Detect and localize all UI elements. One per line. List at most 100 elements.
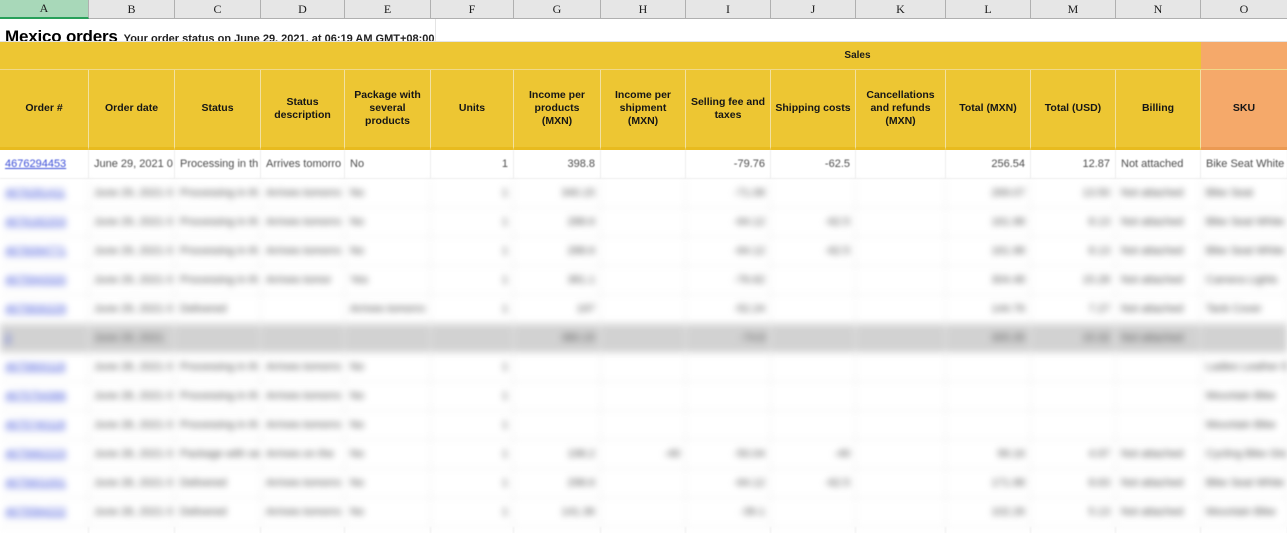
table-cell-d: Arrives tomorro [261,150,345,179]
table-row[interactable]: 4676294453June 29, 2021 0Processing in t… [0,150,1287,179]
order-number-link[interactable]: 4675584222 [0,498,89,527]
column-header-c[interactable]: Status [175,70,261,150]
column-letter-j[interactable]: J [771,0,856,19]
order-number-link[interactable]: 4675830229 [0,295,89,324]
table-cell-o: Ladies Leather Bag [1201,353,1287,382]
table-cell-h [601,208,686,237]
table-cell-d: Arrives tomorro [261,469,345,498]
table-row[interactable]: 2June 29, 2021380.15-74.8305.3515.32Not … [0,324,1287,353]
column-header-n[interactable]: Billing [1116,70,1201,150]
table-cell-c: Processing in th [175,208,261,237]
table-row[interactable]: 4675662223June 28, 2021 0Package with se… [0,440,1287,469]
table-cell-g: 298.6 [514,469,601,498]
table-cell-o: Mountain Bike [1201,498,1287,527]
column-letter-d[interactable]: D [261,0,345,19]
table-cell-c: Processing in th [175,411,261,440]
order-number-link[interactable]: 4675740118 [0,411,89,440]
column-letter-o[interactable]: O [1201,0,1287,19]
column-header-m[interactable]: Total (USD) [1031,70,1116,150]
table-cell-n: Not attached [1116,295,1201,324]
column-letter-f[interactable]: F [431,0,514,19]
table-cell-l: 256.54 [946,150,1031,179]
table-cell-e: No [345,411,431,440]
table-cell-j [771,382,856,411]
table-cell-l: 99.16 [946,440,1031,469]
order-number-link[interactable]: 4675800118 [0,353,89,382]
order-number-link[interactable]: 4675754366 [0,382,89,411]
column-letter-h[interactable]: H [601,0,686,19]
table-cell-m: 4.97 [1031,440,1116,469]
column-letter-g[interactable]: G [514,0,601,19]
column-header-g[interactable]: Income per products (MXN) [514,70,601,150]
table-cell-i: -64.12 [686,237,771,266]
table-row[interactable]: 4675943320June 29, 2021 0Processing in t… [0,266,1287,295]
order-number-link[interactable]: 4675943320 [0,266,89,295]
column-header-band[interactable]: Order #Order dateStatusStatus descriptio… [0,70,1287,150]
table-cell-i: -64.12 [686,469,771,498]
table-cell-g: 398.8 [514,150,601,179]
column-letter-bar[interactable]: ABCDEFGHIJKLMNO [0,0,1287,19]
order-number-link[interactable]: 2 [0,324,89,353]
table-cell-c: Delivered [175,469,261,498]
column-header-e[interactable]: Package with several products [345,70,431,150]
column-header-f[interactable]: Units [431,70,514,150]
table-cell-g: 141.36 [514,498,601,527]
column-header-i[interactable]: Selling fee and taxes [686,70,771,150]
column-header-d[interactable]: Status description [261,70,345,150]
table-cell-n: Not attached [1116,324,1201,353]
table-cell-o: Bike Seat White [1201,150,1287,179]
table-cell-b: June 29, 2021 0 [89,266,175,295]
order-number-link[interactable]: 4676182203 [0,208,89,237]
data-rows[interactable]: 4676294453June 29, 2021 0Processing in t… [0,150,1287,533]
table-cell-k [856,237,946,266]
order-number-link[interactable]: 4676294453 [0,150,89,179]
order-number-link[interactable]: 4675662223 [0,440,89,469]
table-cell-j [771,411,856,440]
order-number-link[interactable]: 4676094771 [0,237,89,266]
table-cell-d: Arrives tomorro [261,411,345,440]
column-header-b[interactable]: Order date [89,70,175,150]
table-row[interactable]: 4675601001June 28, 2021 0DeliveredArrive… [0,469,1287,498]
column-header-h[interactable]: Income per shipment (MXN) [601,70,686,150]
table-cell-f: 1 [431,382,514,411]
table-row[interactable]: 4675800118June 28, 2021 0Processing in t… [0,353,1287,382]
table-row[interactable]: 4675754366June 28, 2021 0Processing in t… [0,382,1287,411]
table-cell-f: 1 [431,179,514,208]
column-letter-b[interactable]: B [89,0,175,19]
table-cell-o: Bike Seat White [1201,469,1287,498]
table-row[interactable]: 4676005070June 28, 2021 0Processing in t… [0,527,1287,533]
column-letter-k[interactable]: K [856,0,946,19]
table-row[interactable]: 4676182203June 29, 2021 0Processing in t… [0,208,1287,237]
table-cell-e: No [345,179,431,208]
column-header-j[interactable]: Shipping costs [771,70,856,150]
table-cell-d [261,324,345,353]
table-cell-j [771,179,856,208]
column-letter-e[interactable]: E [345,0,431,19]
column-letter-i[interactable]: I [686,0,771,19]
table-row[interactable]: 4675830229June 29, 2021 0DeliveredArrive… [0,295,1287,324]
order-number-link[interactable]: 4676005070 [0,527,89,533]
table-cell-c: Processing in th [175,266,261,295]
column-letter-l[interactable]: L [946,0,1031,19]
column-header-k[interactable]: Cancellations and refunds (MXN) [856,70,946,150]
column-letter-c[interactable]: C [175,0,261,19]
column-header-a[interactable]: Order # [0,70,89,150]
column-letter-a[interactable]: A [0,0,89,19]
table-row[interactable]: 4675740118June 28, 2021 0Processing in t… [0,411,1287,440]
table-cell-c: Delivered [175,498,261,527]
table-row[interactable]: 4676281411June 29, 2021 0Processing in t… [0,179,1287,208]
order-number-link[interactable]: 4675601001 [0,469,89,498]
table-cell-m: 15.28 [1031,266,1116,295]
column-header-l[interactable]: Total (MXN) [946,70,1031,150]
table-cell-d: Arrives tomorro [261,527,345,533]
table-row[interactable]: 4675584222June 28, 2021 0DeliveredArrive… [0,498,1287,527]
table-cell-i: -71.08 [686,179,771,208]
column-header-o[interactable]: SKU [1201,70,1287,150]
group-header-band: Sales [0,42,1287,70]
table-cell-f: 1 [431,150,514,179]
order-number-link[interactable]: 4676281411 [0,179,89,208]
spreadsheet-view[interactable]: ABCDEFGHIJKLMNO Mexico orders Your order… [0,0,1287,533]
column-letter-m[interactable]: M [1031,0,1116,19]
column-letter-n[interactable]: N [1116,0,1201,19]
table-row[interactable]: 4676094771June 29, 2021 0Processing in t… [0,237,1287,266]
